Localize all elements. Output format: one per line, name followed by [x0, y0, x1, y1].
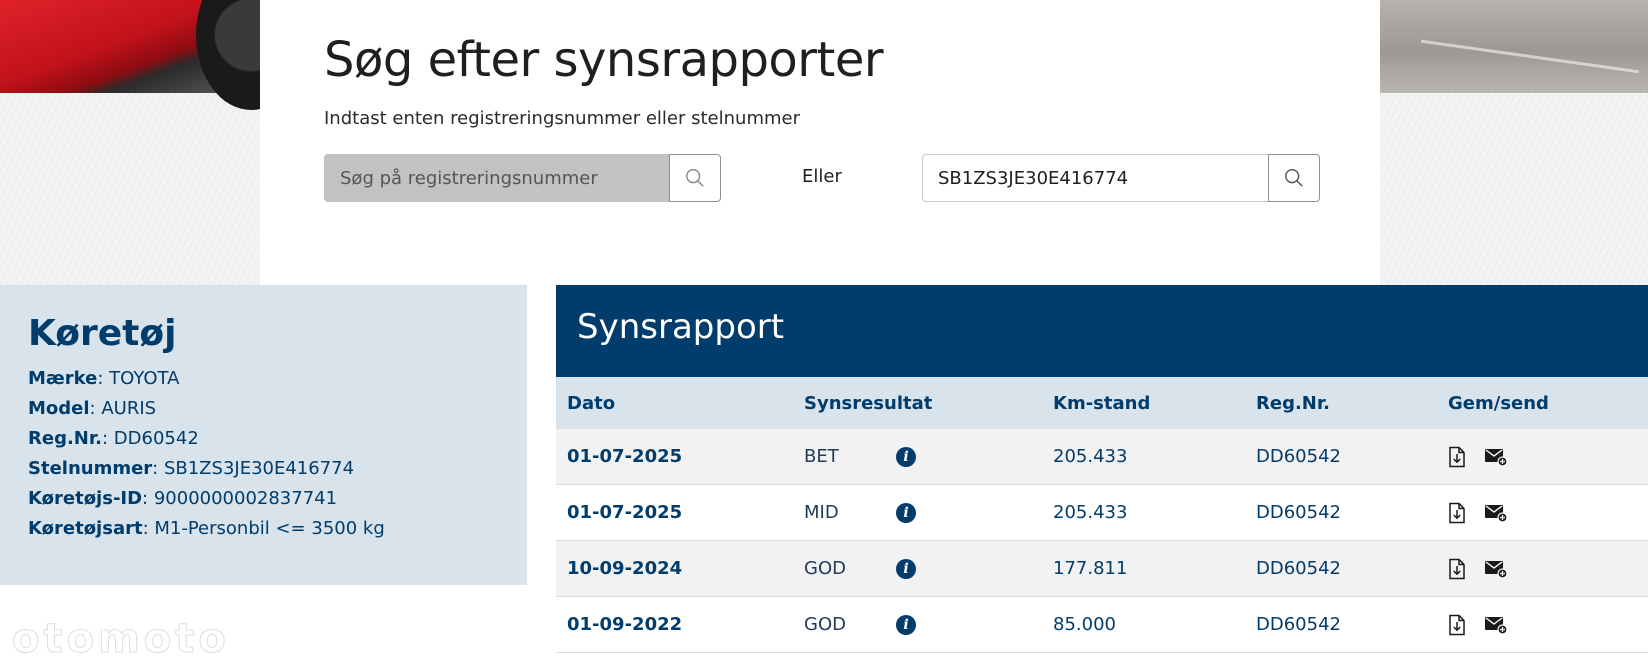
or-label: Eller: [802, 166, 842, 187]
search-icon: [686, 169, 704, 187]
vehicle-field-model: Model: AURIS: [28, 398, 157, 419]
reg-search-input[interactable]: [324, 154, 669, 202]
send-email-icon[interactable]: [1484, 559, 1508, 579]
row-km: 205.433: [1053, 502, 1128, 523]
reg-search-group: [324, 154, 721, 202]
table-header: Dato Synsresultat Km-stand Reg.Nr. Gem/s…: [556, 377, 1648, 429]
report-header: Synsrapport: [556, 285, 1648, 377]
row-reg: DD60542: [1256, 558, 1341, 579]
send-email-icon[interactable]: [1484, 615, 1508, 635]
column-km: Km-stand: [1053, 392, 1151, 414]
car-photo-left: [0, 0, 260, 110]
row-actions: [1437, 446, 1648, 468]
row-result: MID i: [793, 502, 1042, 523]
info-icon[interactable]: i: [896, 558, 916, 579]
hero-image-left: [0, 0, 260, 285]
inspection-report: Synsrapport Dato Synsresultat Km-stand R…: [556, 285, 1648, 653]
row-result-value: MID: [804, 502, 839, 523]
info-icon[interactable]: i: [896, 614, 916, 635]
table-row[interactable]: 01-07-2025 MID i 205.433 DD60542: [556, 485, 1648, 541]
row-date: 01-07-2025: [567, 446, 683, 467]
row-result-value: GOD: [804, 558, 846, 579]
table-row[interactable]: 01-09-2022 GOD i 85.000 DD60542: [556, 597, 1648, 653]
download-pdf-icon[interactable]: [1448, 558, 1466, 580]
download-pdf-icon[interactable]: [1448, 446, 1466, 468]
vehicle-card: Køretøj Mærke: TOYOTA Model: AURIS Reg.N…: [0, 285, 527, 585]
row-reg: DD60542: [1256, 446, 1341, 467]
hero-image-right: [1380, 0, 1648, 285]
row-result: BET i: [793, 446, 1042, 467]
row-date: 10-09-2024: [567, 558, 683, 579]
column-reg: Reg.Nr.: [1256, 392, 1331, 414]
row-reg: DD60542: [1256, 614, 1341, 635]
row-result-value: GOD: [804, 614, 846, 635]
download-pdf-icon[interactable]: [1448, 614, 1466, 636]
row-actions: [1437, 502, 1648, 524]
page-subtitle: Indtast enten registreringsnummer eller …: [324, 108, 800, 129]
column-date: Dato: [567, 392, 616, 414]
table-row[interactable]: 10-09-2024 GOD i 177.811 DD60542: [556, 541, 1648, 597]
row-date: 01-07-2025: [567, 502, 683, 523]
send-email-icon[interactable]: [1484, 447, 1508, 467]
vehicle-title: Køretøj: [28, 313, 177, 354]
report-title: Synsrapport: [577, 307, 785, 347]
vehicle-field-type: Køretøjsart: M1-Personbil <= 3500 kg: [28, 518, 385, 539]
watermark-logo: otomoto: [12, 616, 230, 663]
search-icon: [1285, 169, 1303, 187]
info-icon[interactable]: i: [896, 446, 916, 467]
row-km: 205.433: [1053, 446, 1128, 467]
row-date: 01-09-2022: [567, 614, 683, 635]
table-row[interactable]: 01-07-2025 BET i 205.433 DD60542: [556, 429, 1648, 485]
search-panel: Søg efter synsrapporter Indtast enten re…: [260, 0, 1380, 285]
row-km: 177.811: [1053, 558, 1128, 579]
vehicle-field-make: Mærke: TOYOTA: [28, 368, 180, 389]
info-icon[interactable]: i: [896, 502, 916, 523]
column-result: Synsresultat: [804, 392, 933, 414]
row-result-value: BET: [804, 446, 839, 467]
road-photo-right: [1380, 0, 1648, 93]
send-email-icon[interactable]: [1484, 503, 1508, 523]
vin-search-group: [922, 154, 1320, 202]
reg-search-button[interactable]: [669, 154, 721, 202]
vin-search-input[interactable]: [922, 154, 1268, 202]
row-reg: DD60542: [1256, 502, 1341, 523]
column-save-send: Gem/send: [1448, 392, 1549, 414]
download-pdf-icon[interactable]: [1448, 502, 1466, 524]
row-actions: [1437, 614, 1648, 636]
vehicle-field-id: Køretøjs-ID: 9000000002837741: [28, 488, 338, 509]
vehicle-field-reg: Reg.Nr.: DD60542: [28, 428, 199, 449]
row-result: GOD i: [793, 614, 1042, 635]
vehicle-field-vin: Stelnummer: SB1ZS3JE30E416774: [28, 458, 355, 479]
row-actions: [1437, 558, 1648, 580]
row-result: GOD i: [793, 558, 1042, 579]
vin-search-button[interactable]: [1268, 154, 1320, 202]
page-title: Søg efter synsrapporter: [324, 32, 884, 88]
row-km: 85.000: [1053, 614, 1116, 635]
